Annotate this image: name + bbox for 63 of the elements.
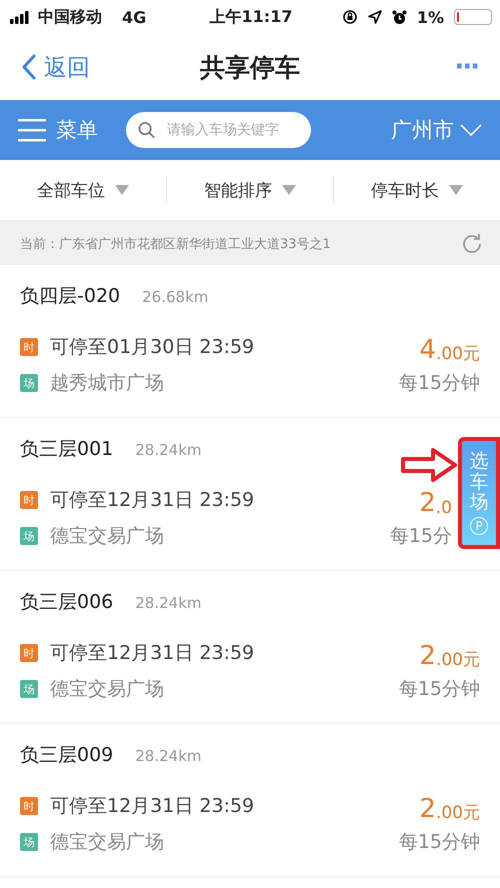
current-address: 当前：广东省广州市花都区新华街道工业大道33号之1 <box>20 236 331 252</box>
site-tag: 场 <box>20 680 38 698</box>
spot-distance: 28.24km <box>135 747 202 765</box>
price-period: 每15分 <box>390 524 452 549</box>
battery-icon <box>454 9 492 25</box>
back-label: 返回 <box>44 54 90 82</box>
carrier-name: 中国移动 <box>38 6 102 28</box>
price: 2.00元 <box>419 793 480 824</box>
refresh-icon[interactable] <box>460 232 484 256</box>
spot-name: 负四层-020 <box>20 284 120 309</box>
parking-lot-name: 德宝交易广场 <box>50 830 164 855</box>
search-icon <box>138 121 155 139</box>
parking-lot-name: 越秀城市广场 <box>50 371 164 396</box>
site-tag: 场 <box>20 527 38 545</box>
menu-icon <box>18 118 46 142</box>
price: 4.00元 <box>419 334 480 365</box>
annotation-arrow <box>401 448 457 482</box>
price-period: 每15分钟 <box>398 677 480 702</box>
menu-button[interactable]: 菜单 <box>18 116 98 144</box>
available-until: 可停至01月30日 23:59 <box>50 335 254 360</box>
triangle-down-icon <box>449 185 463 195</box>
clock-time: 上午11:17 <box>210 6 292 28</box>
available-until: 可停至12月31日 23:59 <box>50 488 254 513</box>
parking-lot-name: 德宝交易广场 <box>50 677 164 702</box>
time-tag: 时 <box>20 797 38 815</box>
menu-label: 菜单 <box>56 117 98 144</box>
spot-name: 负三层006 <box>20 590 114 615</box>
parking-lot-name: 德宝交易广场 <box>50 524 164 549</box>
spot-distance: 26.68km <box>142 288 208 306</box>
back-button[interactable]: 返回 <box>22 52 132 82</box>
triangle-down-icon <box>282 185 296 195</box>
site-tag: 场 <box>20 833 38 851</box>
location-arrow-icon <box>368 10 382 24</box>
price-period: 每15分钟 <box>398 830 480 855</box>
more-button[interactable]: ··· <box>368 52 478 82</box>
spot-name: 负三层009 <box>20 743 114 768</box>
site-tag: 场 <box>20 374 38 392</box>
available-until: 可停至12月31日 23:59 <box>50 641 254 666</box>
alarm-icon <box>392 10 407 24</box>
spot-distance: 28.24km <box>135 441 202 459</box>
triangle-down-icon <box>115 185 129 195</box>
price: 2.0 <box>419 487 452 518</box>
available-until: 可停至12月31日 23:59 <box>50 794 254 819</box>
chevron-left-icon <box>22 54 36 80</box>
page-title: 共享停车 <box>200 52 300 84</box>
spot-name: 负三层001 <box>20 437 114 462</box>
time-tag: 时 <box>20 644 38 662</box>
time-tag: 时 <box>20 338 38 356</box>
network-type: 4G <box>122 8 146 26</box>
city-selector[interactable]: 广州市 <box>391 116 482 144</box>
search-input[interactable]: 请输入车场关键字 <box>165 121 299 139</box>
spot-distance: 28.24km <box>135 594 202 612</box>
filter-dropdown[interactable]: 全部车位 <box>0 178 166 202</box>
select-lot-button[interactable]: 选车场 P <box>458 437 500 549</box>
chevron-down-icon <box>460 124 482 136</box>
price-period: 每15分钟 <box>398 371 480 396</box>
search-field[interactable]: 请输入车场关键字 <box>126 112 311 148</box>
battery-percent: 1% <box>416 8 444 26</box>
rotation-lock-icon <box>342 9 358 25</box>
time-tag: 时 <box>20 491 38 509</box>
price: 2.00元 <box>419 640 480 671</box>
filter-dropdown[interactable]: 智能排序 <box>167 178 333 202</box>
filter-dropdown[interactable]: 停车时长 <box>334 178 500 202</box>
